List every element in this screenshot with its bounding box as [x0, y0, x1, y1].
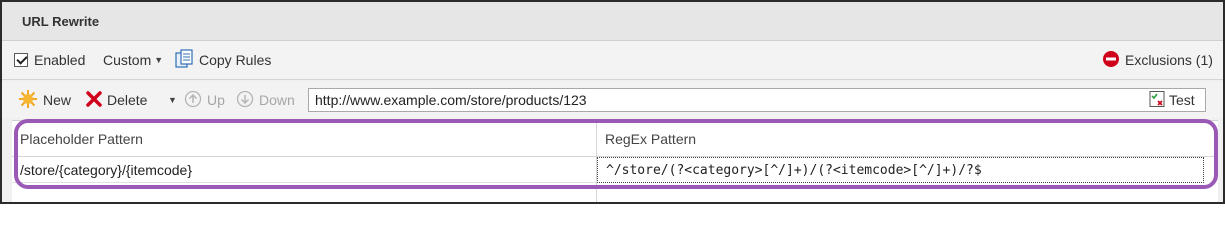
checkbox-checked-icon — [14, 53, 28, 67]
copy-rules-button[interactable]: Copy Rules — [174, 41, 271, 79]
test-button[interactable]: Test — [1148, 89, 1199, 111]
test-label: Test — [1169, 92, 1195, 108]
chevron-down-icon: ▼ — [168, 95, 177, 105]
enabled-checkbox[interactable]: Enabled — [14, 41, 85, 79]
column-header-placeholder[interactable]: Placeholder Pattern — [12, 121, 596, 157]
new-button[interactable]: New — [18, 82, 71, 118]
exclusions-label: Exclusions (1) — [1125, 52, 1213, 68]
delete-dropdown[interactable]: ▼ — [165, 82, 177, 118]
top-toolbar: Enabled Custom ▼ Copy Rules Exclusions (… — [2, 41, 1223, 80]
action-toolbar: New Delete ▼ Up Down http://www.example.… — [2, 82, 1223, 118]
exclusions-button[interactable]: Exclusions (1) — [1102, 41, 1213, 79]
test-document-icon — [1148, 90, 1166, 111]
down-label: Down — [259, 92, 295, 108]
delete-button[interactable]: Delete — [86, 82, 147, 118]
chevron-down-icon: ▼ — [154, 55, 164, 65]
up-label: Up — [207, 92, 225, 108]
move-down-button[interactable]: Down — [236, 82, 295, 118]
rewrite-rules-grid: Placeholder Pattern RegEx Pattern /store… — [12, 120, 1218, 202]
test-url-input[interactable] — [308, 88, 1206, 112]
circle-up-arrow-icon — [184, 90, 202, 111]
column-header-regex[interactable]: RegEx Pattern — [597, 121, 1218, 157]
table-cell-regex-selected[interactable]: ^/store/(?<category>[^/]+)/(?<itemcode>[… — [597, 157, 1204, 183]
copy-rules-label: Copy Rules — [199, 52, 272, 68]
enabled-label: Enabled — [34, 52, 86, 68]
circle-down-arrow-icon — [236, 90, 254, 111]
panel-title: URL Rewrite — [22, 14, 100, 29]
delete-label: Delete — [107, 92, 148, 108]
custom-label: Custom — [103, 52, 152, 68]
no-entry-icon — [1102, 50, 1120, 71]
custom-dropdown[interactable]: Custom ▼ — [103, 41, 163, 79]
move-up-button[interactable]: Up — [184, 82, 225, 118]
copy-document-icon — [174, 48, 194, 72]
new-label: New — [43, 92, 72, 108]
red-x-icon — [86, 90, 102, 110]
panel-title-bar: URL Rewrite — [2, 2, 1223, 41]
url-rewrite-panel: URL Rewrite Enabled Custom ▼ Copy Rules — [0, 0, 1225, 204]
table-cell-placeholder[interactable]: /store/{category}/{itemcode} — [12, 157, 596, 183]
sun-burst-icon — [18, 89, 38, 112]
